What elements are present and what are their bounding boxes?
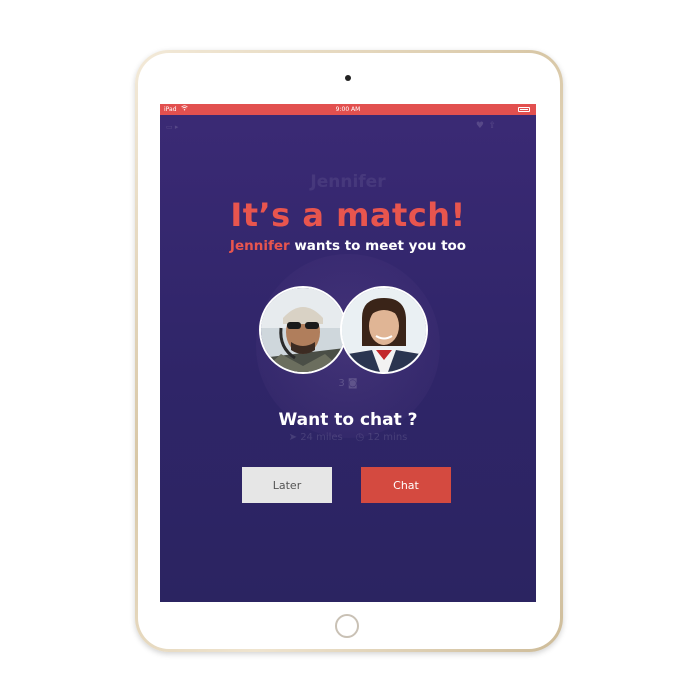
match-subtitle: Jennifer wants to meet you too — [160, 238, 536, 254]
clock-icon: ◷ — [355, 432, 365, 443]
app-screen: iPad 9:00 AM ▭ ▸ ♥ ⇪ Jennifer 3 ◙ ➤ 24 m… — [160, 104, 536, 602]
background-profile-name: Jennifer — [310, 172, 386, 192]
background-nav-back: ▭ ▸ — [166, 123, 179, 131]
match-title: It’s a match! — [230, 196, 466, 234]
front-camera — [345, 75, 351, 81]
home-button[interactable] — [335, 614, 359, 638]
battery-icon — [518, 107, 530, 112]
distance: 24 miles — [300, 432, 343, 443]
user-avatar — [259, 286, 347, 374]
photo-count: 3 — [338, 378, 345, 389]
time-ago: 12 mins — [367, 432, 408, 443]
background-meta: ➤ 24 miles ◷ 12 mins — [160, 432, 536, 443]
background-nav-bar: ▭ ▸ ♥ ⇪ — [160, 115, 536, 137]
location-icon: ➤ — [288, 432, 297, 443]
background-photo-count: 3 ◙ — [160, 378, 536, 389]
match-avatar — [340, 286, 428, 374]
status-time: 9:00 AM — [335, 106, 361, 113]
heart-icon: ♥ — [475, 121, 484, 131]
share-icon: ⇪ — [488, 121, 496, 131]
camera-icon: ◙ — [347, 378, 358, 389]
later-button[interactable]: Later — [242, 467, 332, 503]
match-name: Jennifer — [229, 238, 290, 254]
status-bar: iPad 9:00 AM — [160, 104, 536, 115]
chat-button[interactable]: Chat — [361, 467, 451, 503]
chat-prompt: Want to chat ? — [278, 410, 418, 430]
match-subtitle-text: wants to meet you too — [289, 238, 467, 254]
